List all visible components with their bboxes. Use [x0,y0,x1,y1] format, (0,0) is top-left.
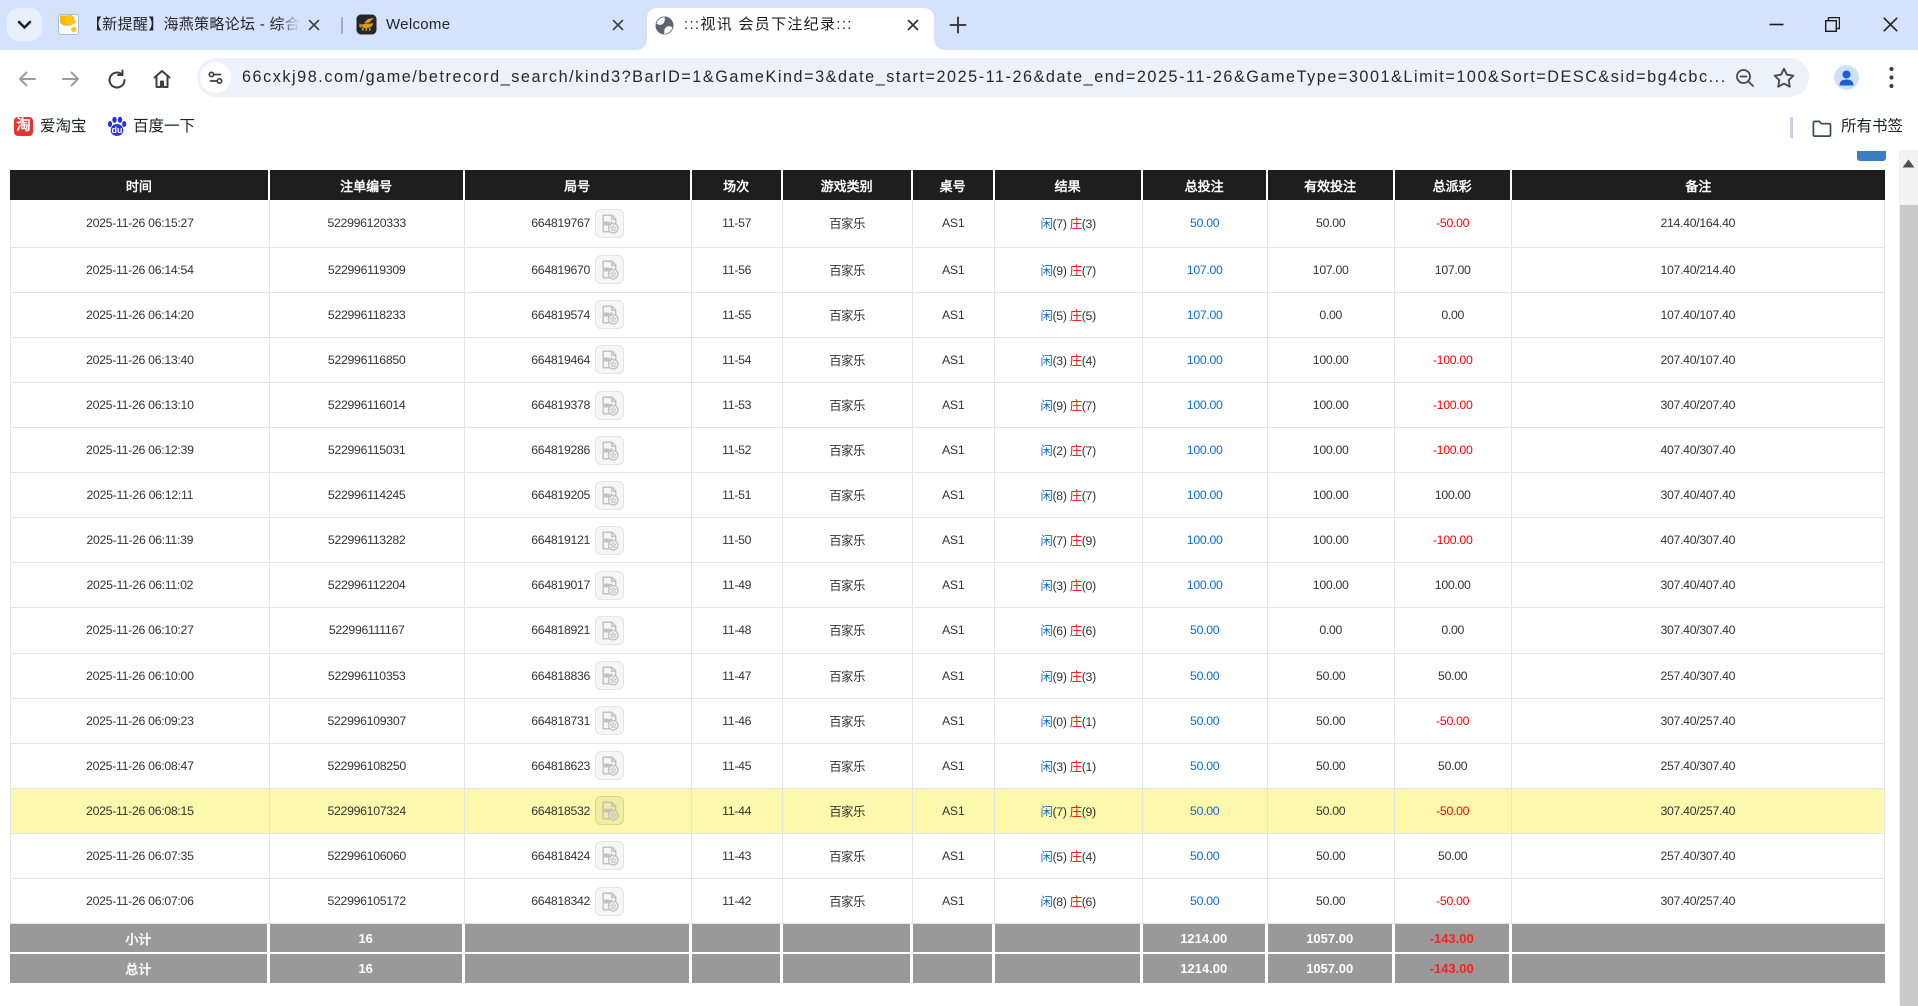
svg-text:du: du [112,125,123,135]
